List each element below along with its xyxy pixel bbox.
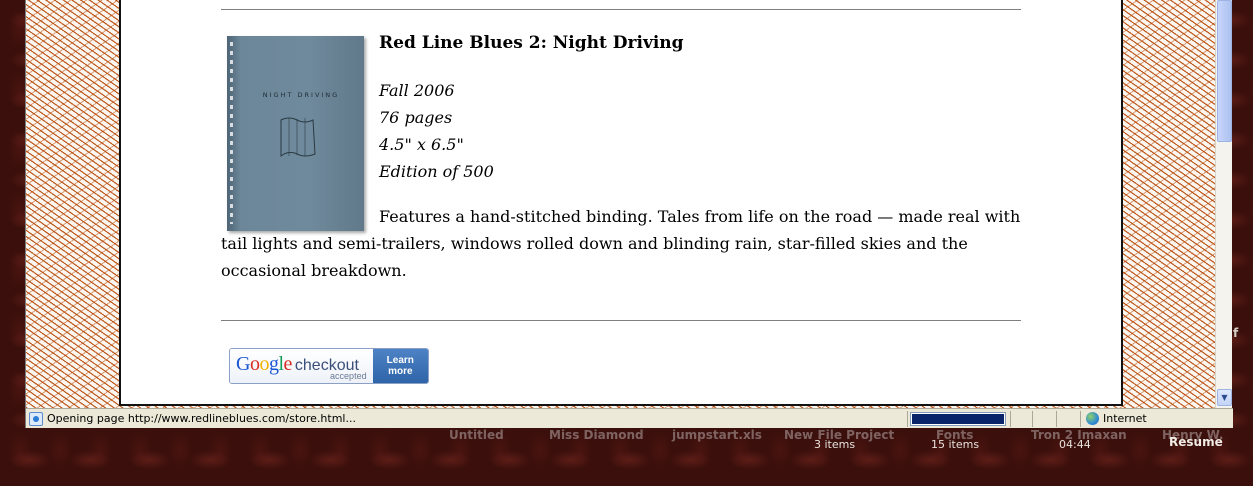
vertical-scrollbar[interactable]: ▼ <box>1215 0 1232 408</box>
scroll-down-arrow-icon[interactable]: ▼ <box>1217 389 1232 406</box>
security-zone: Internet <box>1103 412 1147 425</box>
status-text: Opening page http://www.redlineblues.com… <box>47 412 356 425</box>
divider <box>221 320 1021 321</box>
status-separator <box>907 411 908 427</box>
product-title: Red Line Blues 2: Night Driving <box>379 33 684 53</box>
page-loading-icon <box>29 412 43 426</box>
learn-label: Learn <box>386 355 414 366</box>
status-separator <box>1056 411 1057 427</box>
desktop-labels: Untitled Miss Diamond jumpstart.xls New … <box>0 428 1253 486</box>
desktop-time: 04:44 <box>1059 438 1091 451</box>
product-meta: Fall 2006 76 pages 4.5" x 6.5" Edition o… <box>379 77 494 185</box>
edition-size: Edition of 500 <box>379 162 494 181</box>
browser-window: NIGHT DRIVING Red Line Blues 2: Night Dr… <box>25 0 1233 428</box>
desktop-label: Miss Diamond <box>549 428 644 442</box>
page-viewport: NIGHT DRIVING Red Line Blues 2: Night Dr… <box>26 0 1215 408</box>
status-separator <box>1032 411 1033 427</box>
dimensions: 4.5" x 6.5" <box>379 135 464 154</box>
product-description: Features a hand-stitched binding. Tales … <box>221 207 1021 280</box>
page-content: NIGHT DRIVING Red Line Blues 2: Night Dr… <box>119 0 1123 406</box>
desktop-item-count: 15 items <box>931 438 980 451</box>
progress-fill <box>912 414 1004 424</box>
internet-zone-icon <box>1086 412 1099 425</box>
google-wordmark: Google <box>236 353 292 375</box>
status-separator <box>1010 411 1011 427</box>
learn-more-link[interactable]: Learn more <box>372 349 428 383</box>
status-separator <box>1080 411 1081 427</box>
accepted-label: accepted <box>330 371 367 381</box>
book-cover-image: NIGHT DRIVING <box>227 36 364 231</box>
cover-title: NIGHT DRIVING <box>262 91 340 99</box>
more-label: more <box>388 366 413 377</box>
status-bar: Opening page http://www.redlineblues.com… <box>26 408 1233 428</box>
scrollbar-thumb[interactable] <box>1217 0 1232 142</box>
desktop-label: Untitled <box>449 428 504 442</box>
release-date: Fall 2006 <box>379 81 455 100</box>
desktop-item-count: 3 items <box>814 438 856 451</box>
desktop-label: jumpstart.xls <box>672 428 762 442</box>
loading-progress-bar <box>910 412 1006 426</box>
divider <box>221 9 1021 10</box>
folded-map-icon <box>280 117 316 157</box>
resume-button[interactable]: Resume <box>1169 435 1223 449</box>
page-count: 76 pages <box>379 108 453 127</box>
google-checkout-logo[interactable]: Google checkout accepted <box>230 349 373 383</box>
desktop-edge-label: f <box>1233 326 1239 340</box>
stitch-binding <box>230 42 233 224</box>
google-checkout-badge[interactable]: Google checkout accepted Learn more <box>229 348 429 384</box>
